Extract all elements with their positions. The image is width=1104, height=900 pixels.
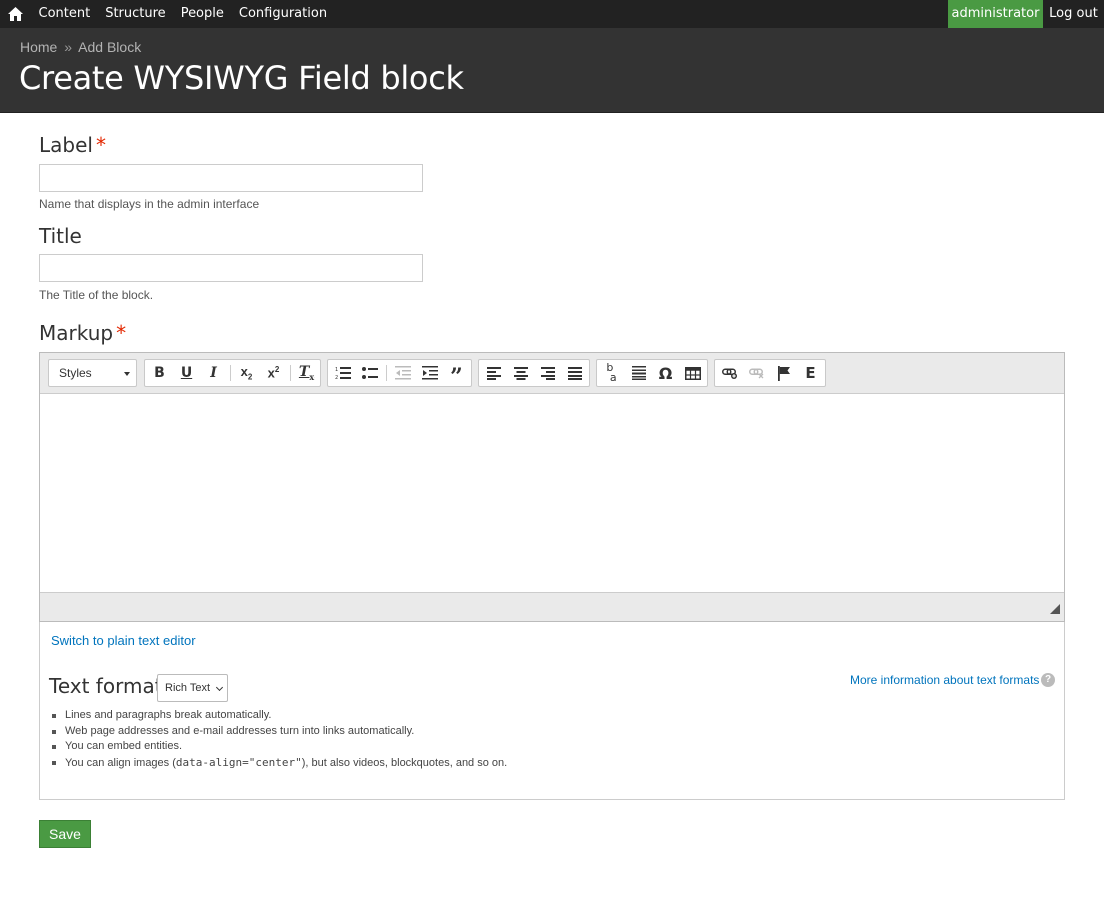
filter-tip-code: data-align="center" [175,756,302,770]
switch-editor-link[interactable]: Switch to plain text editor [51,633,196,648]
embed-icon[interactable]: E [797,360,824,386]
wysiwyg-editor: Styles B U I x2 x2 Tx 12 ” b a Ω E [39,352,1065,622]
editor-content-area[interactable] [40,394,1064,592]
align-center-icon[interactable] [507,360,534,386]
nav-content[interactable]: Content [31,0,98,28]
editor-status-bar [40,592,1064,621]
language-icon[interactable]: b a [598,360,625,386]
filter-tips: Lines and paragraphs break automatically… [52,708,507,772]
required-marker: * [116,321,127,345]
align-left-icon[interactable] [480,360,507,386]
indent-icon[interactable] [416,360,443,386]
nav-people[interactable]: People [173,0,231,28]
text-format-select[interactable]: Rich Text [157,674,228,702]
chevron-down-icon [215,683,224,692]
filter-tip: Web page addresses and e-mail addresses … [52,724,507,740]
table-icon[interactable] [679,360,706,386]
nav-configuration[interactable]: Configuration [231,0,334,28]
horizontal-rule-icon[interactable] [625,360,652,386]
remove-format-icon[interactable]: Tx [293,360,320,386]
admin-toolbar: Content Structure People Configuration a… [0,0,1104,28]
align-right-icon[interactable] [534,360,561,386]
subscript-icon[interactable]: x2 [233,360,260,386]
filter-tip-text: You can align images ( [65,757,176,770]
bulleted-list-icon[interactable] [356,360,383,386]
caret-down-icon [124,372,130,376]
markup-field-label: Markup * [39,321,126,345]
filter-tip: Lines and paragraphs break automatically… [52,708,507,724]
markup-field-label-text: Markup [39,321,114,345]
link-group: E [714,359,826,387]
italic-icon[interactable]: I [200,360,227,386]
styles-dropdown[interactable]: Styles [48,359,137,387]
breadcrumb-separator: » [64,39,73,55]
label-field-label: Label * [39,133,106,157]
svg-text:1: 1 [335,367,338,373]
help-icon[interactable]: ? [1041,673,1055,687]
blockquote-icon[interactable]: ” [443,360,470,388]
user-account-link[interactable]: administrator [948,0,1043,28]
breadcrumb: Home » Add Block [20,39,141,55]
outdent-icon[interactable] [389,360,416,386]
text-format-selected: Rich Text [165,682,211,694]
filter-tip: You can align images (data-align="center… [52,755,507,772]
underline-icon[interactable]: U [173,360,200,386]
special-character-icon[interactable]: Ω [652,360,679,386]
text-format-help-link[interactable]: More information about text formats [850,673,1039,687]
alignment-group [478,359,590,387]
block-group: 12 ” [327,359,472,388]
numbered-list-icon[interactable]: 12 [329,360,356,386]
title-field-label: Title [39,224,82,248]
title-input[interactable] [39,254,423,282]
text-format-wrapper: Switch to plain text editor Text format … [39,622,1065,800]
insert-group: b a Ω [596,359,708,387]
styles-dropdown-label: Styles [59,366,92,380]
label-input[interactable] [39,164,423,192]
required-marker: * [95,133,106,157]
label-field-label-text: Label [39,133,93,157]
page-header: Home » Add Block Create WYSIWYG Field bl… [0,28,1104,113]
home-icon[interactable] [0,0,31,28]
text-format-label: Text format [49,674,163,698]
page-title: Create WYSIWYG Field block [19,59,464,97]
nav-structure[interactable]: Structure [98,0,173,28]
breadcrumb-add-block[interactable]: Add Block [78,39,141,55]
label-description: Name that displays in the admin interfac… [39,197,260,211]
filter-tip: You can embed entities. [52,739,507,755]
svg-text:2: 2 [335,375,338,380]
filter-tip-text: ), but also videos, blockquotes, and so … [301,757,508,770]
bold-icon[interactable]: B [146,360,173,386]
superscript-icon[interactable]: x2 [260,360,287,386]
unlink-icon[interactable] [743,360,770,386]
editor-toolbar: Styles B U I x2 x2 Tx 12 ” b a Ω E [40,353,1064,394]
resize-handle-icon[interactable] [1050,604,1060,614]
link-icon[interactable] [716,360,743,386]
justify-icon[interactable] [561,360,588,386]
title-description: The Title of the block. [39,288,154,302]
anchor-flag-icon[interactable] [770,360,797,386]
breadcrumb-home[interactable]: Home [20,39,57,55]
save-button[interactable]: Save [39,820,91,848]
main-nav: Content Structure People Configuration [31,0,335,28]
logout-link[interactable]: Log out [1043,0,1104,28]
formatting-group: B U I x2 x2 Tx [144,359,321,387]
